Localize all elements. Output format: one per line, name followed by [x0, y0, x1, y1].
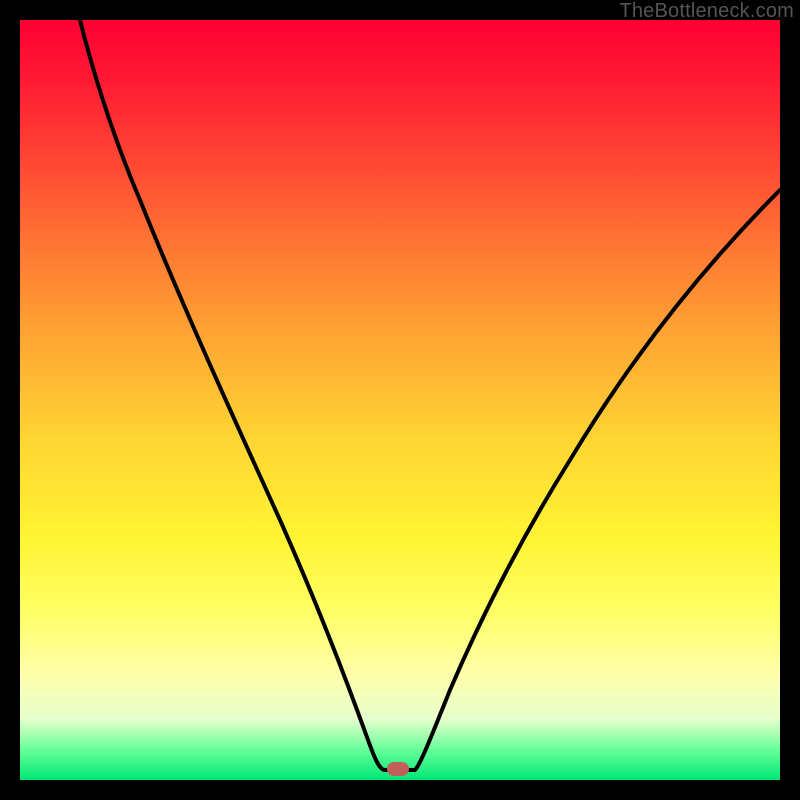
bottleneck-curve: [20, 20, 780, 780]
chart-frame: TheBottleneck.com: [0, 0, 800, 800]
optimal-point-marker: [387, 762, 409, 776]
watermark-text: TheBottleneck.com: [619, 0, 794, 23]
plot-area: [20, 20, 780, 780]
